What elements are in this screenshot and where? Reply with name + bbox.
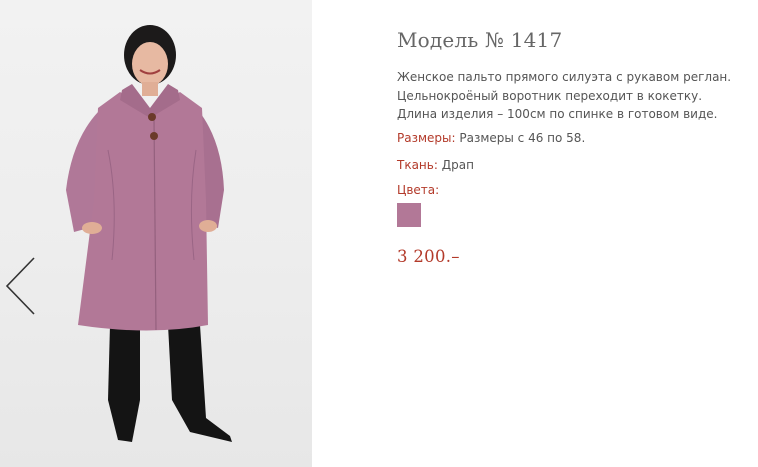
product-photo (0, 0, 312, 467)
gallery-prev-button[interactable] (4, 256, 38, 316)
fabric-row: Ткань: Драп (397, 156, 737, 174)
colors-label: Цвета: (397, 182, 440, 197)
product-price: 3 200.– (397, 246, 460, 266)
fabric-value: Драп (437, 157, 474, 172)
sizes-label: Размеры: (397, 130, 456, 145)
product-description: Женское пальто прямого силуэта с рукавом… (397, 70, 732, 121)
product-title: Модель № 1417 (397, 28, 563, 52)
model-in-coat-image (66, 25, 232, 442)
chevron-left-icon (5, 257, 35, 315)
product-info: Модель № 1417 Женское пальто прямого сил… (397, 28, 737, 266)
product-page: Модель № 1417 Женское пальто прямого сил… (0, 0, 758, 467)
sizes-value: Размеры с 46 по 58. (455, 130, 586, 145)
sizes-row: Размеры: Размеры с 46 по 58. (397, 129, 737, 147)
color-swatch[interactable] (397, 202, 421, 227)
fabric-label: Ткань: (397, 157, 438, 172)
